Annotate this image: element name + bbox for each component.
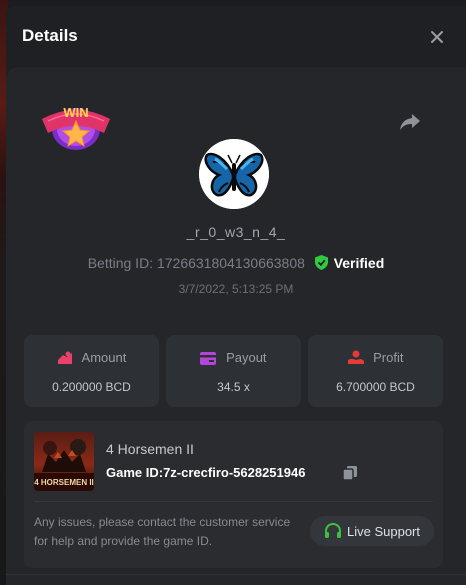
stat-label: Payout [226,350,267,365]
stat-value: 6.700000 BCD [336,380,415,394]
thumb-title: 4 HORSEMEN II [34,478,94,487]
amount-icon [57,351,72,364]
copy-icon[interactable] [342,465,358,481]
live-support-button[interactable]: Live Support [310,516,434,546]
live-support-label: Live Support [347,524,420,539]
stat-label: Profit [373,350,404,365]
verified-shield-icon [314,255,328,273]
modal-title: Details [22,26,78,45]
bet-details-card: WIN _r_0_w3_n_4_ Betting ID: 17266318041… [6,67,466,585]
game-id-label: Game ID: [106,465,164,480]
details-modal: Details WIN _r_0_w3_n_4_ Betting ID: 172… [6,6,466,585]
betting-id-line: Betting ID: 1726631804130663808 Verified [6,255,466,273]
avatar [199,139,269,209]
close-icon[interactable] [426,26,448,48]
verified-label: Verified [333,255,385,271]
win-badge-icon: WIN [40,95,112,155]
share-icon[interactable] [398,111,422,133]
stat-amount: Amount 0.200000 BCD [24,335,159,407]
betting-id-label: Betting ID: [87,255,154,271]
game-thumbnail[interactable]: 4 HORSEMEN II [34,432,94,491]
divider [34,501,433,502]
payout-icon [200,352,217,365]
game-info-box: 4 HORSEMEN II 4 Horsemen II Game ID:7z-c… [24,421,443,568]
stat-value: 0.200000 BCD [52,380,131,394]
stat-profit: Profit 6.700000 BCD [308,335,443,407]
profit-icon [347,350,364,364]
stat-value: 34.5 x [217,380,250,394]
divider [6,574,466,575]
support-message: Any issues, please contact the customer … [34,515,291,548]
game-id-line: Game ID:7z-crecfiro-5628251946 [106,465,305,480]
stat-payout: Payout 34.5 x [166,335,301,407]
headset-icon [325,523,341,538]
username: _r_0_w3_n_4_ [186,224,286,240]
stat-label: Amount [81,350,127,365]
badge-text: WIN [63,105,88,120]
betting-id-value: 1726631804130663808 [156,255,305,271]
game-name[interactable]: 4 Horsemen II [106,441,194,457]
game-id-value: 7z-crecfiro-5628251946 [163,465,306,480]
bet-timestamp: 3/7/2022, 5:13:25 PM [178,282,294,296]
